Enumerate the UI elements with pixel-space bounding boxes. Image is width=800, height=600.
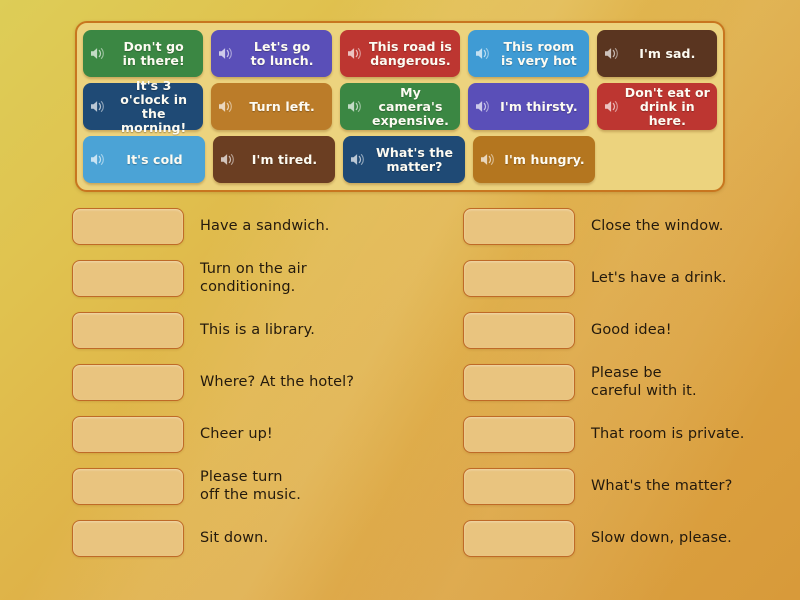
speaker-icon[interactable] bbox=[88, 150, 107, 169]
answer-prompt-label: Close the window. bbox=[591, 217, 724, 234]
phrase-tile[interactable]: It's cold bbox=[83, 136, 205, 183]
phrase-tile[interactable]: What's the matter? bbox=[343, 136, 465, 183]
phrase-tile-label: It's 3 o'clock in the morning! bbox=[120, 77, 188, 135]
answer-prompt-label: Let's have a drink. bbox=[591, 269, 727, 286]
answer-dropzone[interactable] bbox=[72, 207, 184, 245]
answer-dropzone[interactable] bbox=[72, 259, 184, 297]
answer-row: Please turn off the music. bbox=[72, 460, 421, 512]
phrase-tile-label: This room is very hot bbox=[500, 38, 577, 68]
tile-row: It's cold I'm tired. What's the matter? I'm … bbox=[83, 136, 717, 183]
speaker-icon[interactable] bbox=[602, 44, 621, 63]
answer-prompt-label: What's the matter? bbox=[591, 477, 733, 494]
answer-dropzone[interactable] bbox=[463, 207, 575, 245]
speaker-icon[interactable] bbox=[88, 97, 107, 116]
answer-row: Good idea! bbox=[463, 304, 770, 356]
phrase-tile[interactable]: Don't go in there! bbox=[83, 30, 204, 77]
speaker-icon[interactable] bbox=[478, 150, 497, 169]
phrase-tile-label: What's the matter? bbox=[375, 144, 454, 174]
answer-dropzone[interactable] bbox=[72, 363, 184, 401]
answer-prompt-label: Please turn off the music. bbox=[200, 468, 301, 503]
phrase-tile-label: It's cold bbox=[126, 151, 183, 167]
speaker-icon[interactable] bbox=[345, 44, 364, 63]
answer-row: Please be careful with it. bbox=[463, 356, 770, 408]
answer-row: Let's have a drink. bbox=[463, 252, 770, 304]
answer-prompt-label: Good idea! bbox=[591, 321, 672, 338]
answer-prompt-label: Have a sandwich. bbox=[200, 217, 330, 234]
phrase-tile-label: Don't eat or drink in here. bbox=[624, 84, 710, 128]
phrase-tile[interactable]: I'm tired. bbox=[213, 136, 335, 183]
answer-dropzone[interactable] bbox=[72, 519, 184, 557]
phrase-tile[interactable]: I'm hungry. bbox=[473, 136, 595, 183]
answer-column-right: Close the window. Let's have a drink. Good… bbox=[421, 200, 770, 564]
speaker-icon[interactable] bbox=[348, 150, 367, 169]
phrase-tile[interactable]: I'm thirsty. bbox=[468, 83, 589, 130]
phrase-tile[interactable]: This road is dangerous. bbox=[339, 30, 461, 77]
speaker-icon[interactable] bbox=[602, 97, 621, 116]
answer-row: Cheer up! bbox=[72, 408, 421, 460]
phrase-tile-label: Turn left. bbox=[249, 98, 315, 114]
tile-row: It's 3 o'clock in the morning! Turn left. M… bbox=[83, 78, 718, 134]
speaker-icon[interactable] bbox=[88, 44, 107, 63]
answer-prompt-label: Slow down, please. bbox=[591, 529, 732, 546]
answer-prompt-label: Where? At the hotel? bbox=[200, 373, 355, 390]
phrase-tile-label: I'm tired. bbox=[251, 151, 318, 167]
phrase-tile-label: Don't go in there! bbox=[122, 38, 185, 68]
phrase-tile[interactable]: Don't eat or drink in here. bbox=[596, 83, 718, 130]
speaker-icon[interactable] bbox=[216, 44, 235, 63]
answer-row: This is a library. bbox=[72, 304, 421, 356]
answer-row: Close the window. bbox=[463, 200, 770, 252]
answer-row: Sit down. bbox=[72, 512, 421, 564]
answer-row: What's the matter? bbox=[463, 460, 770, 512]
phrase-tile[interactable]: This room is very hot bbox=[468, 30, 589, 77]
answer-dropzone[interactable] bbox=[463, 415, 575, 453]
phrase-tile-label: My camera's expensive. bbox=[372, 84, 449, 128]
speaker-icon[interactable] bbox=[473, 97, 492, 116]
phrase-tile[interactable]: Let's go to lunch. bbox=[211, 30, 332, 77]
speaker-icon[interactable] bbox=[216, 97, 235, 116]
speaker-icon[interactable] bbox=[218, 150, 237, 169]
answer-prompt-label: Please be careful with it. bbox=[591, 364, 697, 399]
phrase-tile-label: I'm thirsty. bbox=[500, 98, 578, 114]
phrase-tile-label: This road is dangerous. bbox=[369, 38, 452, 68]
answer-dropzone[interactable] bbox=[463, 311, 575, 349]
answer-row: Where? At the hotel? bbox=[72, 356, 421, 408]
answer-prompt-label: That room is private. bbox=[591, 425, 745, 442]
answer-dropzone[interactable] bbox=[72, 467, 184, 505]
answer-prompt-label: Cheer up! bbox=[200, 425, 273, 442]
answer-column-left: Have a sandwich. Turn on the air conditio… bbox=[72, 200, 421, 564]
speaker-icon[interactable] bbox=[345, 97, 364, 116]
phrase-tile[interactable]: My camera's expensive. bbox=[339, 83, 461, 130]
answer-dropzone[interactable] bbox=[463, 467, 575, 505]
answer-row: That room is private. bbox=[463, 408, 770, 460]
answers-area: Have a sandwich. Turn on the air conditio… bbox=[0, 200, 800, 564]
answer-dropzone[interactable] bbox=[463, 259, 575, 297]
answer-prompt-label: Sit down. bbox=[200, 529, 269, 546]
answer-dropzone[interactable] bbox=[463, 363, 575, 401]
answer-dropzone[interactable] bbox=[72, 311, 184, 349]
phrase-tile[interactable]: Turn left. bbox=[211, 83, 332, 130]
answer-row: Slow down, please. bbox=[463, 512, 770, 564]
tile-row: Don't go in there! Let's go to lunch. This r… bbox=[83, 30, 718, 77]
tile-bank-panel: Don't go in there! Let's go to lunch. This r… bbox=[75, 21, 725, 192]
answer-row: Turn on the air conditioning. bbox=[72, 252, 421, 304]
phrase-tile-label: I'm sad. bbox=[639, 45, 696, 61]
answer-dropzone[interactable] bbox=[72, 415, 184, 453]
phrase-tile[interactable]: I'm sad. bbox=[596, 30, 718, 77]
answer-prompt-label: This is a library. bbox=[200, 321, 315, 338]
phrase-tile-label: I'm hungry. bbox=[504, 151, 585, 167]
phrase-tile-label: Let's go to lunch. bbox=[250, 38, 314, 68]
answer-row: Have a sandwich. bbox=[72, 200, 421, 252]
speaker-icon[interactable] bbox=[473, 44, 492, 63]
answer-prompt-label: Turn on the air conditioning. bbox=[200, 260, 307, 295]
answer-dropzone[interactable] bbox=[463, 519, 575, 557]
phrase-tile[interactable]: It's 3 o'clock in the morning! bbox=[83, 78, 204, 134]
